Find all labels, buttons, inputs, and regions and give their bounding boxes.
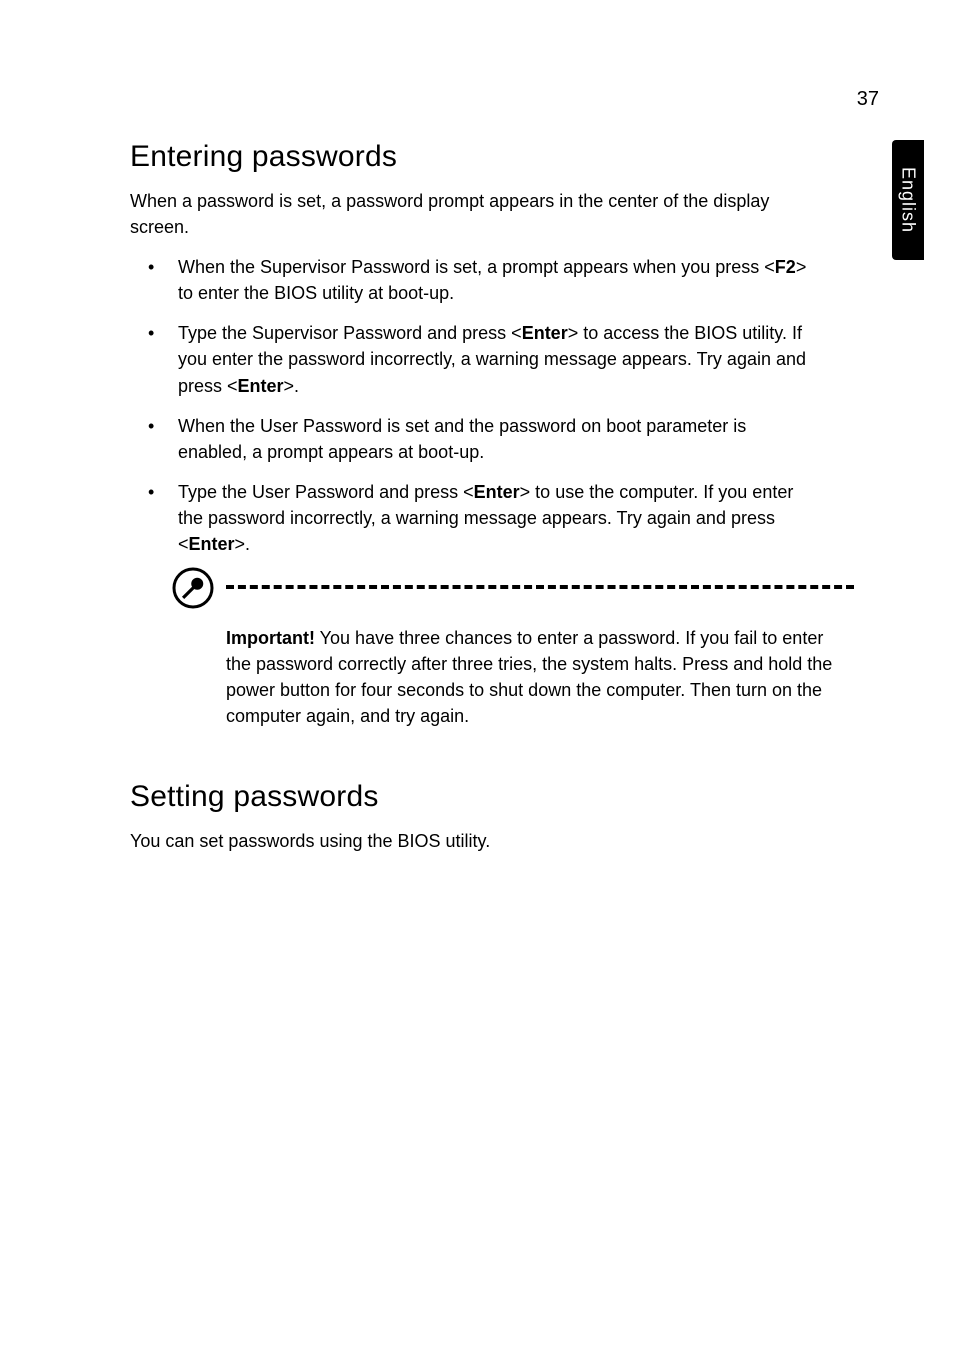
list-item: Type the User Password and press <Enter>… xyxy=(130,479,820,557)
intro-entering: When a password is set, a password promp… xyxy=(130,188,790,240)
bullet-text: Type the User Password and press < xyxy=(178,482,474,502)
callout-important: Important! You have three chances to ent… xyxy=(226,625,836,729)
key-name: Enter xyxy=(474,482,520,502)
bullet-text: Type the Supervisor Password and press < xyxy=(178,323,522,343)
page-number: 37 xyxy=(857,88,879,111)
intro-setting: You can set passwords using the BIOS uti… xyxy=(130,828,790,854)
bullet-list-entering: When the Supervisor Password is set, a p… xyxy=(130,254,884,557)
key-name: Enter xyxy=(238,376,284,396)
callout-row xyxy=(172,571,884,613)
list-item: Type the Supervisor Password and press <… xyxy=(130,320,820,398)
pin-icon xyxy=(172,567,214,609)
bullet-text: >. xyxy=(235,534,251,554)
callout-label: Important! xyxy=(226,628,315,648)
bullet-text: When the User Password is set and the pa… xyxy=(178,416,746,462)
heading-setting-passwords: Setting passwords xyxy=(130,780,884,814)
document-page: 37 English Entering passwords When a pas… xyxy=(0,0,954,958)
heading-entering-passwords: Entering passwords xyxy=(130,140,884,174)
language-tab: English xyxy=(892,140,924,260)
key-name: Enter xyxy=(189,534,235,554)
language-tab-label: English xyxy=(898,167,919,233)
list-item: When the Supervisor Password is set, a p… xyxy=(130,254,820,306)
key-name: Enter xyxy=(522,323,568,343)
callout-body: You have three chances to enter a passwo… xyxy=(226,628,832,726)
dashed-divider xyxy=(226,585,854,589)
key-name: F2 xyxy=(775,257,796,277)
bullet-text: >. xyxy=(284,376,300,396)
bullet-text: When the Supervisor Password is set, a p… xyxy=(178,257,775,277)
list-item: When the User Password is set and the pa… xyxy=(130,413,820,465)
